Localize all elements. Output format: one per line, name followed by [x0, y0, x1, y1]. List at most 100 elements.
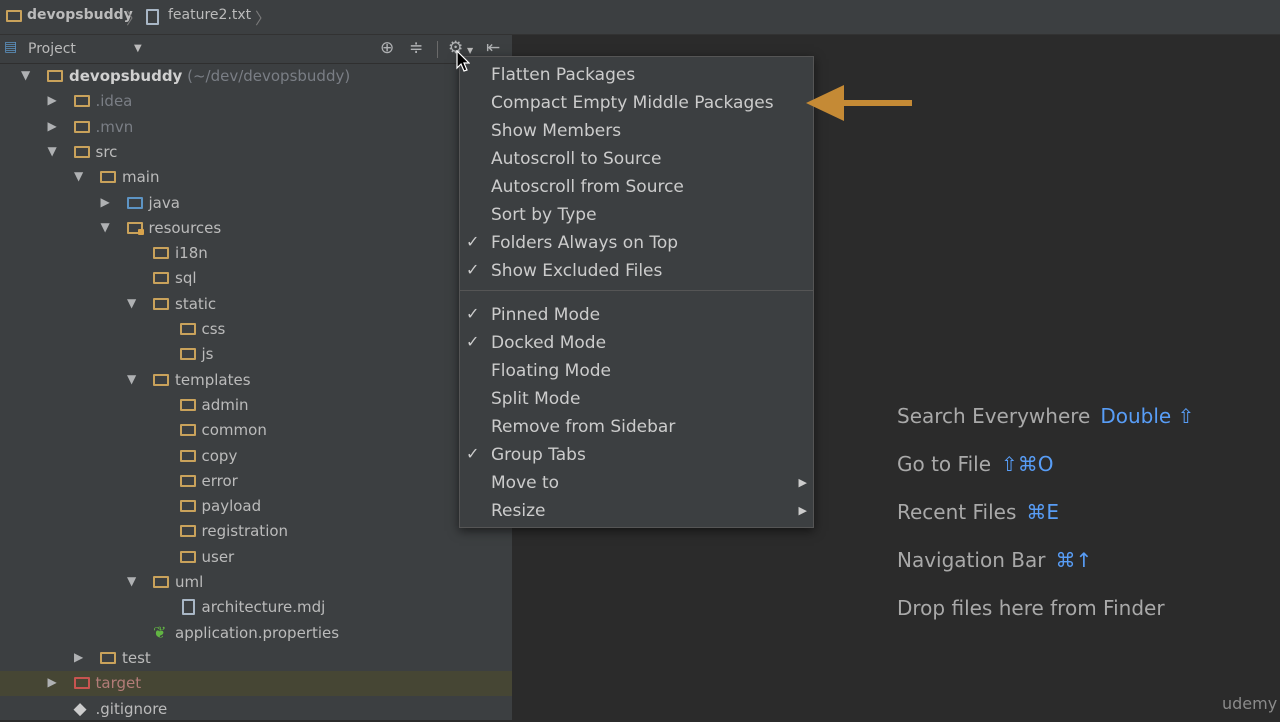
tree-node[interactable]: ▼ static — [0, 292, 512, 317]
tree-node[interactable]: ▶ .mvn — [0, 115, 512, 140]
expanded-arrow-icon[interactable]: ▼ — [127, 372, 136, 386]
project-tree[interactable]: ▼ devopsbuddy (~/dev/devopsbuddy) ▶ .idea ▶.… — [0, 35, 512, 720]
tree-node[interactable]: copy — [0, 444, 512, 469]
keyboard-shortcut: ⇧⌘O — [1001, 452, 1054, 476]
menu-item[interactable]: Show Members — [460, 117, 813, 145]
breadcrumb-file[interactable]: feature2.txt — [168, 7, 251, 23]
tree-node-path-hint: (~/dev/devopsbuddy) — [182, 67, 351, 85]
tree-node[interactable]: error — [0, 469, 512, 494]
git-file-icon: ◆ — [73, 698, 87, 719]
folder-icon — [179, 449, 196, 462]
tree-node[interactable]: ▶ target — [0, 671, 512, 697]
tree-node[interactable]: ▼ resources — [0, 216, 512, 241]
keyboard-shortcut: ⌘E — [1026, 500, 1060, 524]
tree-node[interactable]: ▼ main — [0, 165, 512, 190]
menu-item-label: Resize — [491, 501, 546, 521]
tree-node-label: copy — [201, 446, 238, 465]
tree-node-label: templates — [175, 370, 251, 389]
folder-icon — [73, 95, 90, 108]
menu-item[interactable]: Remove from Sidebar — [460, 413, 813, 441]
check-icon: ✓ — [466, 232, 480, 251]
collapsed-arrow-icon[interactable]: ▶ — [48, 119, 57, 133]
tree-node[interactable]: architecture.mdj — [0, 595, 512, 620]
tree-node[interactable]: sql — [0, 266, 512, 291]
check-icon: ✓ — [466, 444, 480, 463]
tree-node[interactable]: admin — [0, 393, 512, 418]
menu-item[interactable]: Floating Mode — [460, 357, 813, 385]
tree-node-label: uml — [175, 573, 204, 591]
tree-node[interactable]: payload — [0, 494, 512, 519]
tree-node[interactable]: ▶ java — [0, 191, 512, 216]
tree-node[interactable]: ▼ templates — [0, 368, 512, 393]
spring-leaf-icon: ❦ — [153, 622, 167, 642]
tree-node[interactable]: ▶ test — [0, 646, 512, 671]
tree-node-label: main — [122, 168, 160, 187]
tree-node[interactable]: css — [0, 317, 512, 342]
keyboard-shortcut: Double ⇧ — [1100, 404, 1195, 428]
menu-item-label: Autoscroll to Source — [491, 149, 662, 169]
tree-node[interactable]: js — [0, 342, 512, 367]
folder-icon — [179, 424, 196, 437]
menu-item[interactable]: ✓ Group Tabs — [460, 441, 813, 469]
module-folder-icon — [47, 70, 63, 82]
tree-node[interactable]: ❦ application.properties — [0, 621, 512, 646]
tree-node[interactable]: common — [0, 418, 512, 443]
tree-node[interactable]: ◆ .gitignore — [0, 697, 512, 722]
collapsed-arrow-icon[interactable]: ▶ — [101, 195, 110, 209]
folder-icon — [153, 247, 169, 260]
collapsed-arrow-icon[interactable]: ▶ — [48, 675, 57, 689]
tree-node[interactable]: i18n — [0, 241, 512, 266]
tree-node[interactable]: ▶ .idea — [0, 89, 512, 114]
breadcrumb-project[interactable]: devopsbuddy — [27, 7, 133, 23]
tree-node[interactable]: user — [0, 545, 512, 570]
menu-item[interactable]: ✓ Docked Mode — [460, 329, 813, 357]
tree-node[interactable]: ▼ uml — [0, 570, 512, 595]
tree-node-label: i18n — [175, 244, 208, 263]
folder-icon — [179, 398, 196, 411]
expanded-arrow-icon[interactable]: ▼ — [127, 296, 136, 310]
collapsed-arrow-icon[interactable]: ▶ — [48, 93, 57, 107]
menu-item[interactable]: Resize ▶ — [460, 497, 813, 525]
tree-node[interactable]: registration — [0, 519, 512, 544]
folder-icon — [153, 373, 169, 386]
check-icon: ✓ — [466, 304, 480, 323]
folder-icon — [73, 145, 90, 158]
menu-item[interactable]: Autoscroll to Source — [460, 145, 813, 173]
project-folder-icon — [6, 10, 22, 22]
collapsed-arrow-icon[interactable]: ▶ — [74, 650, 83, 664]
editor-hint: Go to File ⇧⌘O — [897, 452, 1054, 476]
menu-item[interactable]: Sort by Type — [460, 201, 813, 229]
excluded-folder-icon — [73, 677, 90, 690]
tree-node-label: js — [201, 345, 214, 364]
expanded-arrow-icon[interactable]: ▼ — [21, 68, 30, 82]
tree-node[interactable]: ▼ devopsbuddy (~/dev/devopsbuddy) — [0, 64, 512, 89]
menu-item[interactable]: ✓ Pinned Mode — [460, 301, 813, 329]
menu-item-label: Folders Always on Top — [491, 233, 679, 253]
expanded-arrow-icon[interactable]: ▼ — [101, 220, 110, 234]
menu-item[interactable]: Move to ▶ — [460, 469, 813, 497]
menu-item[interactable]: Autoscroll from Source — [460, 173, 813, 201]
callout-arrow-icon — [806, 85, 844, 121]
menu-item[interactable]: ✓ Folders Always on Top — [460, 229, 813, 257]
menu-item[interactable]: ✓ Show Excluded Files — [460, 257, 813, 285]
tree-node-label: sql — [175, 269, 197, 288]
menu-item[interactable]: Flatten Packages — [460, 61, 813, 89]
tree-node-label: src — [95, 142, 118, 161]
tree-node-label: java — [148, 193, 180, 212]
expanded-arrow-icon[interactable]: ▼ — [127, 574, 136, 588]
tree-node-label: resources — [148, 218, 222, 237]
breadcrumb-separator: 〉 — [255, 9, 272, 28]
editor-hint-label: Search Everywhere — [897, 404, 1091, 428]
expanded-arrow-icon[interactable]: ▼ — [48, 144, 57, 158]
tree-node-label: css — [201, 320, 226, 338]
check-icon: ✓ — [466, 260, 480, 279]
tree-node-label: devopsbuddy (~/dev/devopsbuddy) — [69, 67, 351, 85]
menu-item[interactable]: Compact Empty Middle Packages — [460, 89, 813, 117]
tree-node-label: .gitignore — [95, 699, 168, 718]
tree-node-label: admin — [201, 395, 249, 414]
editor-hint: Drop files here from Finder — [897, 596, 1165, 620]
tree-node[interactable]: ▼ src — [0, 140, 512, 165]
menu-item[interactable]: Split Mode — [460, 385, 813, 413]
expanded-arrow-icon[interactable]: ▼ — [74, 169, 83, 183]
submenu-arrow-icon: ▶ — [798, 504, 807, 517]
